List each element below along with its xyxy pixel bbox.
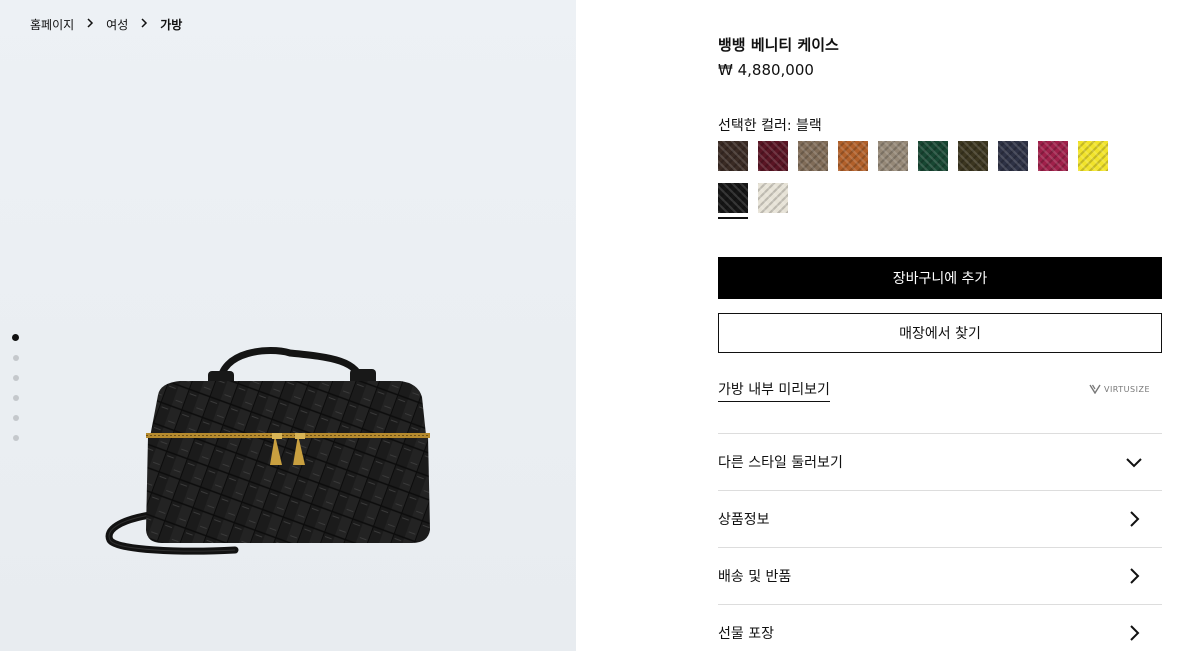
color-swatch-dark-brown[interactable]: [718, 141, 748, 171]
breadcrumb-women[interactable]: 여성: [106, 16, 128, 33]
find-in-store-button[interactable]: 매장에서 찾기: [718, 313, 1162, 353]
add-to-cart-button[interactable]: 장바구니에 추가: [718, 257, 1162, 299]
accordion-other-styles[interactable]: 다른 스타일 둘러보기: [718, 433, 1162, 490]
product-accordion: 다른 스타일 둘러보기 상품정보 배송 및 반품 선물 포장: [718, 433, 1162, 651]
chevron-right-icon: [140, 18, 148, 31]
color-swatch-black[interactable]: [718, 183, 748, 219]
gallery-pagination: [12, 334, 19, 455]
accordion-product-info[interactable]: 상품정보: [718, 490, 1162, 547]
chevron-down-icon: [1124, 452, 1144, 472]
chevron-right-icon: [1124, 509, 1144, 529]
color-swatch-caramel[interactable]: [838, 141, 868, 171]
accordion-label: 다른 스타일 둘러보기: [718, 455, 843, 471]
accordion-shipping-returns[interactable]: 배송 및 반품: [718, 547, 1162, 604]
chevron-right-icon: [86, 18, 94, 31]
selected-color-label: 선택한 컬러: 블랙: [718, 118, 822, 134]
product-title: 뱅뱅 베니티 케이스: [718, 36, 839, 54]
accordion-label: 선물 포장: [718, 626, 774, 642]
color-swatch-green[interactable]: [918, 141, 948, 171]
color-swatch-raspberry[interactable]: [1038, 141, 1068, 171]
gallery-dot[interactable]: [12, 334, 19, 341]
breadcrumb: 홈페이지 여성 가방: [30, 16, 182, 33]
accordion-gift-wrap[interactable]: 선물 포장: [718, 604, 1162, 651]
product-price: ₩ 4,880,000: [718, 61, 814, 79]
color-swatch-burgundy[interactable]: [758, 141, 788, 171]
product-image: [105, 347, 430, 555]
gallery-dot[interactable]: [13, 415, 19, 421]
color-swatch-cream[interactable]: [758, 183, 788, 213]
color-swatch-navy[interactable]: [998, 141, 1028, 171]
color-swatch-taupe[interactable]: [798, 141, 828, 171]
gallery-dot[interactable]: [13, 435, 19, 441]
virtusize-icon: [1089, 384, 1101, 394]
gallery-dot[interactable]: [13, 395, 19, 401]
accordion-label: 배송 및 반품: [718, 569, 792, 585]
accordion-label: 상품정보: [718, 512, 770, 528]
color-swatch-olive-brown[interactable]: [958, 141, 988, 171]
color-swatch-greige[interactable]: [878, 141, 908, 171]
virtusize-logo[interactable]: VIRTUSIZE: [1089, 384, 1150, 394]
chevron-right-icon: [1124, 623, 1144, 643]
bag-interior-preview-link[interactable]: 가방 내부 미리보기: [718, 379, 830, 402]
color-swatch-yellow[interactable]: [1078, 141, 1108, 171]
product-image-panel: 홈페이지 여성 가방: [0, 0, 576, 651]
gallery-dot[interactable]: [13, 355, 19, 361]
breadcrumb-bags: 가방: [160, 18, 183, 32]
breadcrumb-home[interactable]: 홈페이지: [30, 16, 74, 33]
chevron-right-icon: [1124, 566, 1144, 586]
gallery-dot[interactable]: [13, 375, 19, 381]
virtusize-label: VIRTUSIZE: [1103, 384, 1150, 394]
